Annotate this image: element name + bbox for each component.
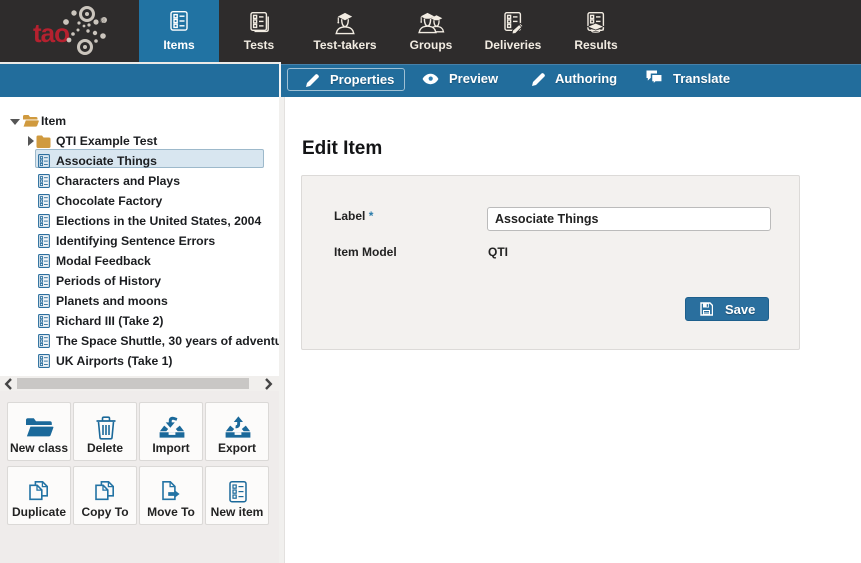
svg-text:®: ® xyxy=(100,17,106,25)
